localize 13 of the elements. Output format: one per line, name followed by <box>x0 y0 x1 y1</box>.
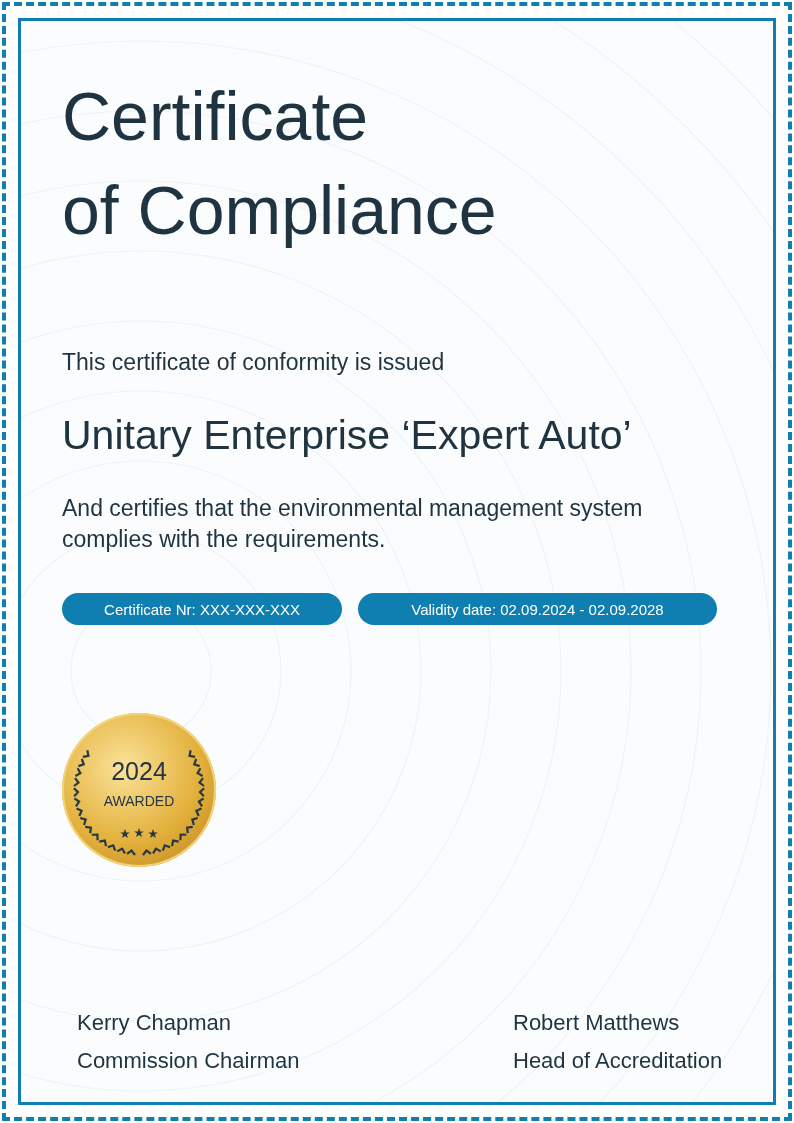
stars-icon <box>120 828 158 838</box>
statement-text: And certifies that the environmental management system complies with the requirements. <box>62 494 644 554</box>
recipient-name: Unitary Enterprise ‘Expert Auto’ <box>62 412 633 459</box>
intro-text: This certificate of conformity is issued <box>62 349 446 376</box>
info-pill: Validity date: 02.09.2024 - 02.09.2028 <box>358 593 717 625</box>
certificate-title: Certificate of Compliance <box>62 77 498 250</box>
info-pill: Certificate Nr: XXX-XXX-XXX <box>62 593 342 625</box>
signatory-name: Kerry Chapman <box>77 1010 233 1036</box>
signatory-role: Head of Accreditation <box>513 1048 724 1074</box>
medal-year: 2024 <box>111 757 167 786</box>
signatory-name: Robert Matthews <box>513 1010 681 1036</box>
medal-label: AWARDED <box>103 793 175 809</box>
signatory-role: Commission Chairman <box>77 1048 300 1074</box>
